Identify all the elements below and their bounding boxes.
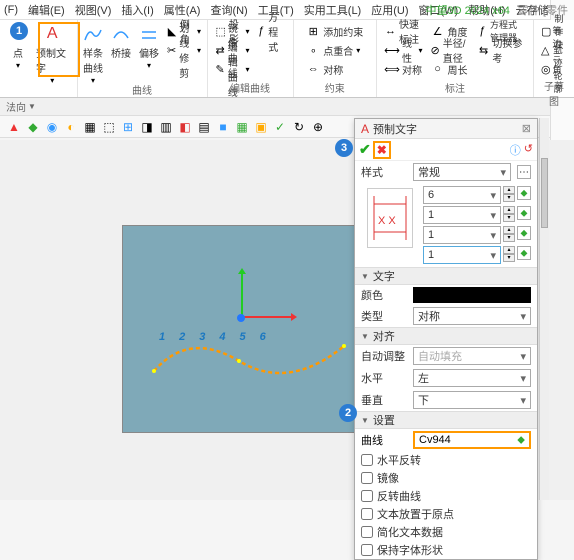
ribbon: ·点▾ A预制文字▾ 样条曲线▾ 桥接 偏移▾ ◣倒角▾ ✂划线修剪▾ 曲线 ⬚… <box>0 20 574 98</box>
tb-icon[interactable]: ◨ <box>139 119 155 135</box>
spin-1b[interactable]: 1 <box>423 226 501 244</box>
ribbon-bridge[interactable]: 桥接 <box>109 22 133 62</box>
picker-icon[interactable]: ⬥ <box>517 226 531 240</box>
ribbon-pretext[interactable]: A预制文字▾ <box>34 22 71 87</box>
tb-icon[interactable]: ⬚ <box>101 119 117 135</box>
axis-x <box>241 316 291 318</box>
scrollbar[interactable] <box>539 118 549 500</box>
spin-6[interactable]: 6 <box>423 186 501 204</box>
menu-edit[interactable]: 编辑(E) <box>28 2 65 18</box>
tb-icon[interactable]: ▥ <box>158 119 174 135</box>
picker-icon[interactable]: ⬥ <box>517 206 531 220</box>
auto-select[interactable]: 自动填充 <box>413 347 531 365</box>
callout-2: 2 <box>339 404 357 422</box>
curve-label: 曲线 <box>361 432 409 448</box>
tb-icon[interactable]: ▦ <box>82 119 98 135</box>
menu-file[interactable]: (F) <box>4 4 18 16</box>
ribbon-offset[interactable]: 偏移▾ <box>137 22 161 72</box>
tb-icon[interactable]: ▦ <box>234 119 250 135</box>
ribbon-equation[interactable]: ƒ方程式 <box>256 22 287 40</box>
panel-icon: A <box>361 122 369 136</box>
section-align[interactable]: 对齐 <box>355 327 537 345</box>
panel-close-icon[interactable]: ⊠ <box>522 122 531 135</box>
callout-3: 3 <box>335 139 353 157</box>
scroll-thumb[interactable] <box>541 158 548 228</box>
curve-input[interactable]: Cv944⬥ <box>413 431 531 449</box>
panel-header: A 预制文字 ⊠ <box>355 119 537 139</box>
section-position[interactable]: 设置 2 <box>355 411 537 429</box>
ribbon-coincident[interactable]: ∘点重合▾ <box>304 41 365 59</box>
tb-icon[interactable]: ⊕ <box>310 119 326 135</box>
reset-icon[interactable]: ↺ <box>524 142 533 158</box>
menu-insert[interactable]: 插入(I) <box>121 2 153 18</box>
picker-icon[interactable]: ⬥ <box>517 186 531 200</box>
picker-icon[interactable]: ⬥ <box>517 246 531 260</box>
chk-keepfont[interactable] <box>361 544 373 556</box>
tb-icon[interactable]: ◆ <box>25 119 41 135</box>
panel-title: 预制文字 <box>373 121 518 137</box>
panel-actions: ✔ ✖ ⓘ ↺ <box>355 139 537 161</box>
title-right: 中望3D 2024 x64 零件 [零件 <box>425 2 568 18</box>
tb-icon[interactable]: ✓ <box>272 119 288 135</box>
chk-mirror[interactable] <box>361 472 373 484</box>
type-label: 类型 <box>361 308 409 324</box>
style-label: 样式 <box>361 164 409 180</box>
ribbon-add-constraint[interactable]: ⊞添加约束 <box>304 22 365 40</box>
vert-label: 垂直 <box>361 392 409 408</box>
axis-z <box>237 314 245 322</box>
curve-numbers: 123456 <box>159 331 266 343</box>
menu-util[interactable]: 实用工具(L) <box>304 2 361 18</box>
info-icon[interactable]: ⓘ <box>510 142 521 158</box>
chk-revcurve[interactable] <box>361 490 373 502</box>
font-preview: X X <box>367 188 413 248</box>
confirm-icon[interactable]: ✔ <box>359 141 371 159</box>
ribbon-symmetric[interactable]: ⇔对称 <box>304 60 365 78</box>
property-panel: A 预制文字 ⊠ ✔ ✖ ⓘ ↺ 3 样式 常规 ⋯ X X 6▴▾⬥ 1▴▾⬥ <box>354 118 538 560</box>
horiz-select[interactable]: 左 <box>413 369 531 387</box>
cancel-icon[interactable]: ✖ <box>373 141 391 159</box>
tb-icon[interactable]: ◐ <box>63 119 79 135</box>
spin-1a[interactable]: 1 <box>423 206 501 224</box>
ribbon-linear[interactable]: ⟷线性▾ <box>383 41 425 59</box>
ribbon-radius[interactable]: ⊘半径/直径 <box>429 41 472 59</box>
style-select[interactable]: 常规 <box>413 163 511 181</box>
tb-icon[interactable]: ⊞ <box>120 119 136 135</box>
color-swatch[interactable] <box>413 287 531 303</box>
style-edit-icon[interactable]: ⋯ <box>517 165 531 179</box>
ribbon-edit-curve[interactable]: ✎编辑曲线▾ <box>214 60 252 78</box>
section-text[interactable]: 文字 <box>355 267 537 285</box>
viewport-3d[interactable]: 123456 <box>122 225 355 433</box>
type-select[interactable]: 对称 <box>413 307 531 325</box>
ribbon-trim[interactable]: ✂划线修剪▾ <box>165 41 203 59</box>
chk-origin[interactable] <box>361 508 373 520</box>
auto-label: 自动调整 <box>361 348 409 364</box>
tb-icon[interactable]: ◧ <box>177 119 193 135</box>
ribbon-sym[interactable]: ⟺对称 <box>383 60 425 78</box>
tb-icon[interactable]: ▤ <box>196 119 212 135</box>
ribbon-perimeter[interactable]: ○周长 <box>429 60 472 78</box>
ribbon-track[interactable]: ◎轨迹轮廓 <box>539 60 569 78</box>
color-label: 颜色 <box>361 287 409 303</box>
svg-text:X X: X X <box>378 215 396 227</box>
ribbon-spline[interactable]: 样条曲线▾ <box>81 22 105 87</box>
chk-simplify[interactable] <box>361 526 373 538</box>
sub-bar[interactable]: 法向 <box>0 98 574 116</box>
tb-icon[interactable]: ▲ <box>6 119 22 135</box>
menu-view[interactable]: 视图(V) <box>75 2 112 18</box>
tb-icon[interactable]: ↻ <box>291 119 307 135</box>
tb-icon[interactable]: ■ <box>215 119 231 135</box>
spin-1c[interactable]: 1 <box>423 246 501 264</box>
tb-icon[interactable]: ◉ <box>44 119 60 135</box>
callout-1: 1 <box>10 22 28 40</box>
ribbon-toggle-ref[interactable]: ⇆切换参考 <box>476 41 527 59</box>
chk-hflip[interactable] <box>361 454 373 466</box>
horiz-label: 水平 <box>361 370 409 386</box>
axis-y <box>241 274 243 318</box>
tb-icon[interactable]: ▣ <box>253 119 269 135</box>
vert-select[interactable]: 下 <box>413 391 531 409</box>
